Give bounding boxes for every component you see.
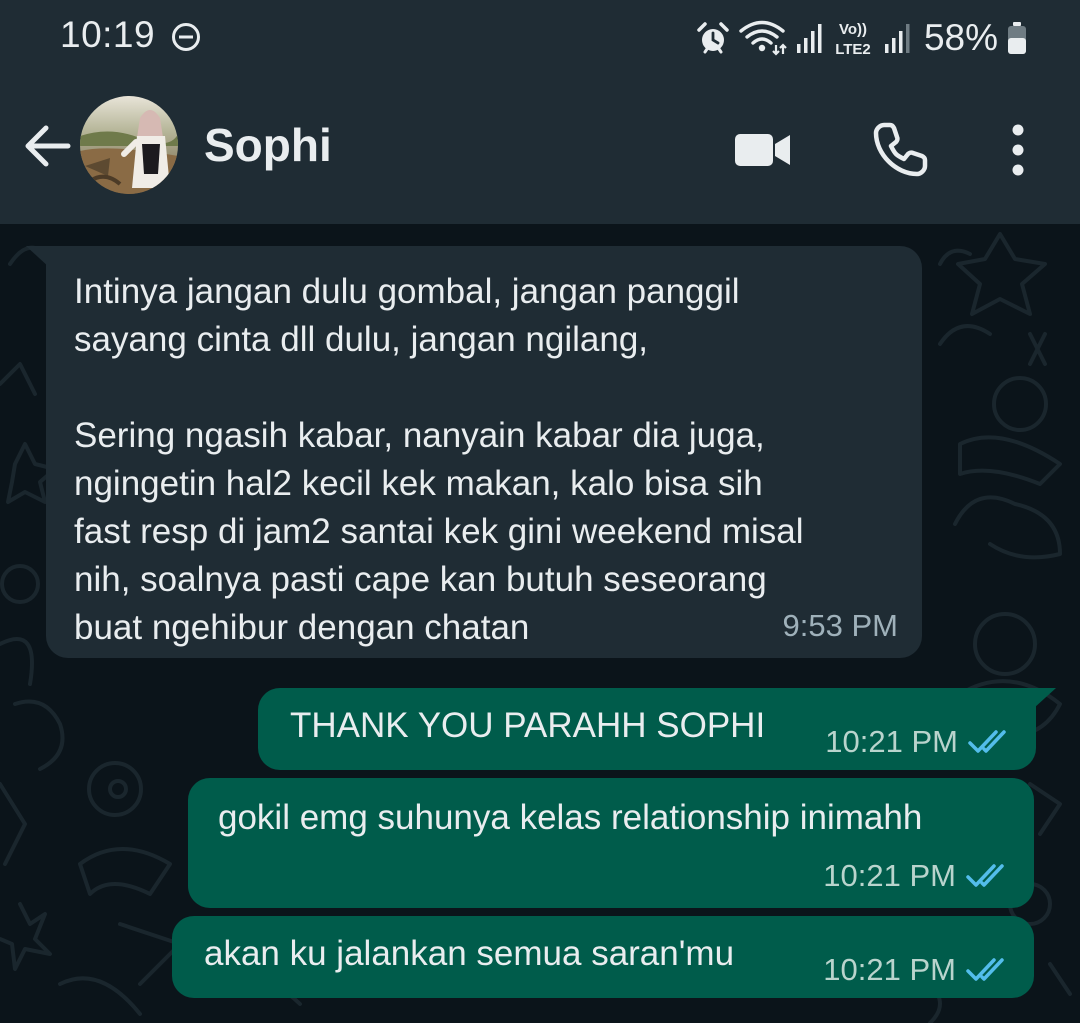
message-time: 10:21 PM (823, 952, 956, 987)
read-receipt-icon (966, 864, 1004, 887)
status-bar: 10:19 Vo)) LTE2 58% (0, 0, 1080, 76)
do-not-disturb-icon (172, 23, 200, 51)
message-bubble-outgoing[interactable]: akan ku jalankan semua saran'mu 10:21 PM (172, 916, 1034, 998)
read-receipt-icon (968, 730, 1006, 753)
message-bubble-outgoing[interactable]: THANK YOU PARAHH SOPHI 10:21 PM (258, 688, 1036, 770)
whatsapp-chat-screen: 10:19 Vo)) LTE2 58% Sophi Intinya jangan… (0, 0, 1080, 1023)
message-text: Intinya jangan dulu gombal, jangan pangg… (74, 272, 804, 647)
message-bubble-incoming[interactable]: Intinya jangan dulu gombal, jangan pangg… (46, 246, 922, 658)
chat-header: Sophi (0, 76, 1080, 224)
back-arrow-icon[interactable] (18, 116, 78, 176)
status-icons: Vo)) LTE2 58% (696, 14, 1028, 62)
voice-call-icon[interactable] (870, 120, 930, 180)
volte-label-bottom: LTE2 (835, 41, 871, 58)
message-text: gokil emg suhunya kelas relationship ini… (218, 798, 923, 837)
volte-lte2-icon: Vo)) LTE2 (835, 21, 871, 58)
message-time: 10:21 PM (823, 858, 956, 893)
alarm-icon (697, 22, 729, 54)
wifi-icon (739, 20, 787, 56)
signal-2-icon (884, 24, 910, 53)
outgoing-bubble-tail (1034, 688, 1056, 708)
message-bubble-outgoing[interactable]: gokil emg suhunya kelas relationship ini… (188, 778, 1034, 908)
video-call-icon[interactable] (732, 120, 792, 180)
battery-percent: 58% (923, 17, 998, 58)
chat-message-list[interactable]: Intinya jangan dulu gombal, jangan pangg… (0, 224, 1080, 1023)
contact-name[interactable]: Sophi (204, 118, 332, 172)
battery-icon (1008, 22, 1026, 54)
signal-icon (796, 24, 822, 53)
read-receipt-icon (966, 958, 1004, 981)
status-time: 10:19 (60, 14, 156, 55)
contact-avatar[interactable] (80, 96, 178, 194)
volte-label-top: Vo)) (839, 21, 867, 38)
message-time: 10:21 PM (825, 724, 958, 759)
more-options-icon[interactable] (988, 120, 1048, 180)
incoming-bubble-tail (26, 246, 50, 268)
message-time: 9:53 PM (782, 608, 898, 643)
